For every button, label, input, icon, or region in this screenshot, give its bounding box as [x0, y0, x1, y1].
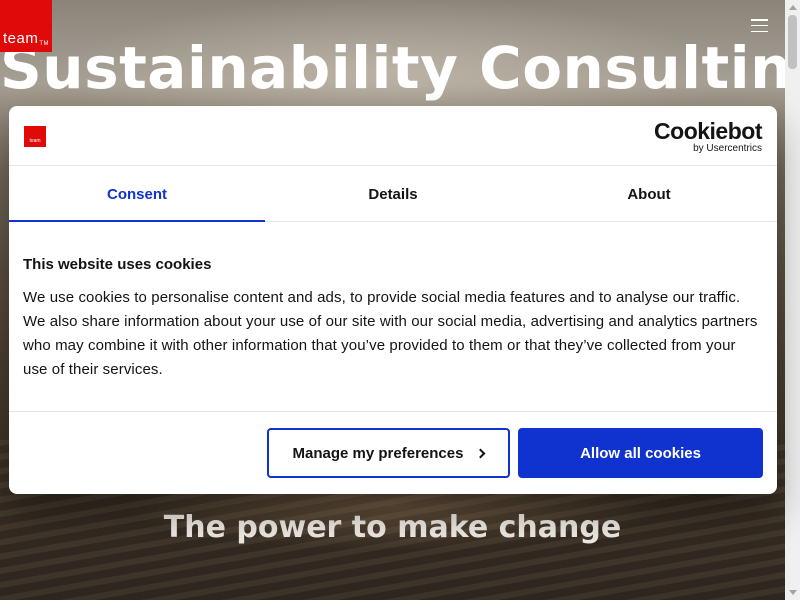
hero-title: Sustainability Consulting — [0, 34, 800, 102]
scrollbar-thumb[interactable] — [788, 15, 797, 69]
chevron-right-icon — [476, 448, 486, 459]
dialog-header: team Cookiebot by Usercentrics — [9, 106, 777, 166]
scroll-down-arrow-icon[interactable] — [785, 585, 800, 600]
dialog-site-logo: team — [24, 126, 46, 147]
menu-line — [751, 19, 768, 21]
tab-details[interactable]: Details — [265, 167, 521, 221]
manage-preferences-label: Manage my preferences — [292, 444, 464, 462]
dialog-title: This website uses cookies — [23, 256, 212, 273]
menu-line — [751, 24, 768, 27]
cookiebot-logo[interactable]: Cookiebot by Usercentrics — [654, 120, 762, 155]
logo-trademark: TM — [39, 41, 50, 47]
hamburger-menu-icon[interactable] — [751, 19, 768, 32]
dialog-tabs: Consent Details About — [9, 167, 777, 222]
page-scrollbar[interactable] — [785, 0, 800, 600]
cookiebot-by: by Usercentrics — [693, 143, 762, 154]
tab-consent[interactable]: Consent — [9, 167, 265, 222]
tab-about[interactable]: About — [521, 167, 777, 221]
scroll-up-arrow-icon[interactable] — [785, 0, 800, 15]
dialog-footer: Manage my preferences Allow all cookies — [9, 411, 777, 494]
allow-all-cookies-button[interactable]: Allow all cookies — [518, 428, 763, 478]
cookie-consent-dialog: team Cookiebot by Usercentrics Consent D… — [9, 106, 777, 494]
menu-line — [751, 30, 768, 32]
manage-preferences-button[interactable]: Manage my preferences — [267, 428, 510, 478]
dialog-body: This website uses cookies We use cookies… — [23, 256, 763, 382]
hero-subtitle: The power to make change — [163, 510, 622, 545]
dialog-text: We use cookies to personalise content an… — [23, 289, 758, 378]
logo-text: team — [2, 30, 39, 47]
site-logo[interactable]: team TM — [0, 0, 52, 52]
cookiebot-name: Cookiebot — [654, 118, 762, 144]
mini-logo-text: team — [29, 138, 41, 144]
